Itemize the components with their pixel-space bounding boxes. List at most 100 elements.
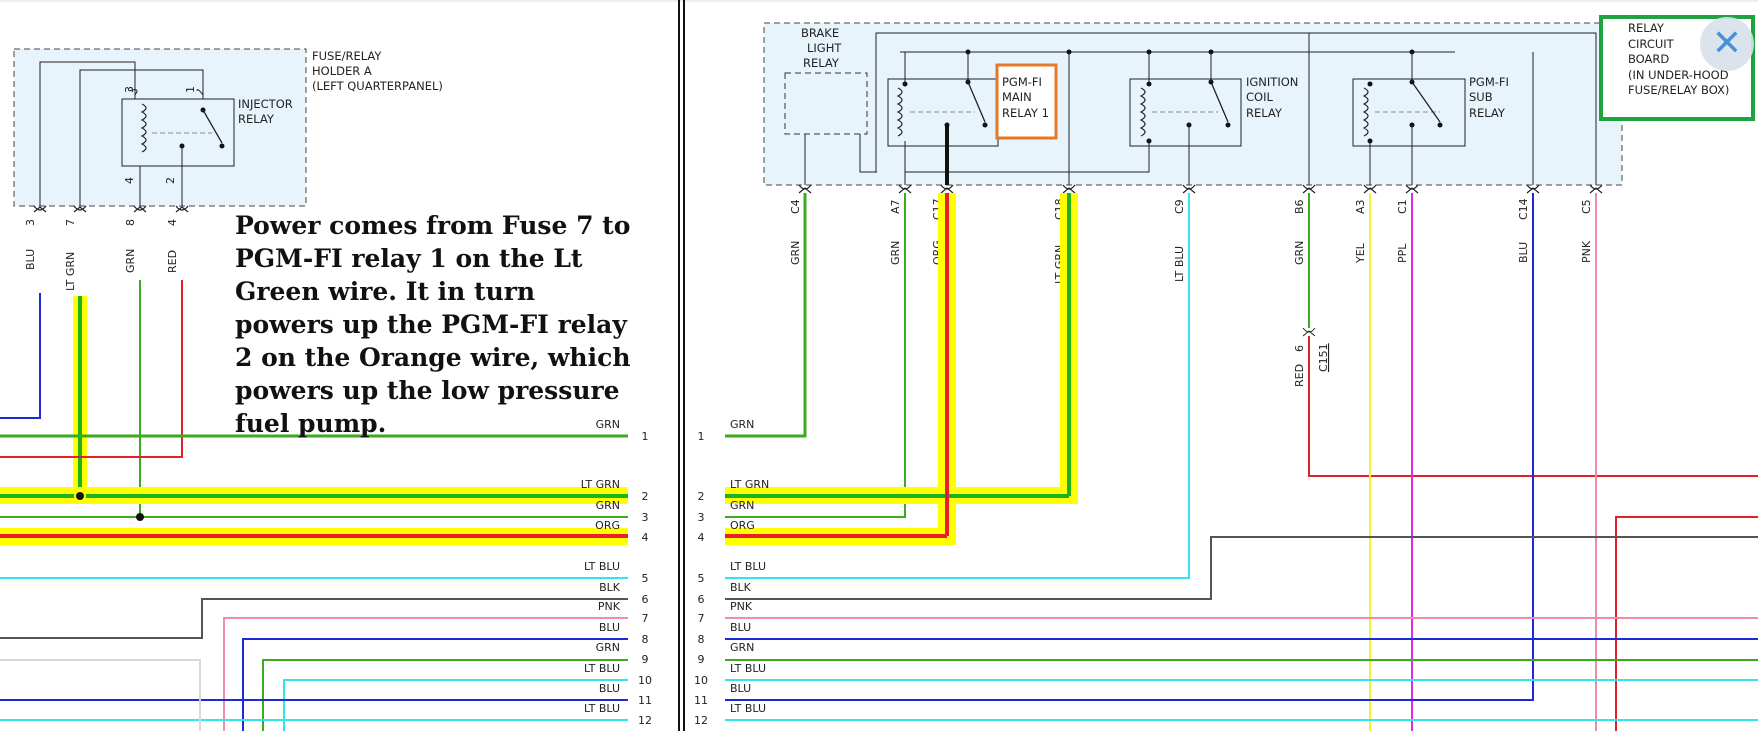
left-row3-color: GRN	[596, 499, 620, 512]
left-row5-color: LT BLU	[584, 560, 620, 573]
brake-relay-label-2: LIGHT	[807, 41, 842, 55]
wire-c4-grn	[725, 193, 807, 438]
right-row2-num: 2	[698, 490, 705, 503]
right-row6-color: BLK	[730, 581, 752, 594]
injector-relay-label-1: INJECTOR	[238, 97, 293, 111]
right-row7-num: 7	[698, 612, 705, 625]
right-row4-num: 4	[698, 531, 705, 544]
right-row12-color: LT BLU	[730, 702, 766, 715]
sub-relay-label-2: SUB	[1469, 90, 1493, 104]
right-conn-color-c4: GRN	[789, 241, 802, 265]
left-row2-color: LT GRN	[581, 478, 620, 491]
right-conn-color-a7: GRN	[889, 241, 902, 265]
board-label-3: BOARD	[1628, 52, 1669, 66]
left-row4-color: ORG	[595, 519, 620, 532]
holder-label-line3: (LEFT QUARTERPANEL)	[312, 79, 443, 93]
fuse-relay-holder-box	[13, 48, 307, 207]
right-conn-pin-c4: C4	[789, 199, 802, 214]
right-row12-num: 12	[694, 714, 708, 727]
right-conn-color-c5: PNK	[1580, 240, 1593, 263]
holder-label-line2: HOLDER A	[312, 64, 372, 78]
left-conn-color-red: RED	[166, 250, 179, 273]
annotation-text: Power comes from Fuse 7 to PGM-FI relay …	[235, 211, 631, 438]
right-row4-color: ORG	[730, 519, 755, 532]
right-conn-color-a3: YEL	[1354, 242, 1367, 264]
left-conn-color-grn: GRN	[124, 249, 137, 273]
left-conn-pin-8: 8	[124, 219, 137, 226]
left-row12-num: 12	[638, 714, 652, 727]
right-conn-pin-c14: C14	[1517, 198, 1530, 220]
right-row9-num: 9	[698, 653, 705, 666]
junction-pin: 6	[1293, 345, 1306, 352]
wire-a7-grn	[725, 193, 906, 518]
right-row11-color: BLU	[730, 682, 751, 695]
left-row6-num: 6	[642, 593, 649, 606]
main-relay-label-2: MAIN	[1002, 90, 1032, 104]
board-label-4: (IN UNDER-HOOD	[1628, 68, 1729, 82]
left-row5-num: 5	[642, 572, 649, 585]
right-row10-color: LT BLU	[730, 662, 766, 675]
left-row11-color: BLU	[599, 682, 620, 695]
right-row6-num: 6	[698, 593, 705, 606]
board-label-1: RELAY	[1628, 21, 1665, 35]
injector-relay-label-2: RELAY	[238, 112, 275, 126]
left-row12-color: LT BLU	[584, 702, 620, 715]
right-conn-pin-c5: C5	[1580, 199, 1593, 214]
wire-c18-ltgrn	[725, 193, 1071, 498]
board-label-2: CIRCUIT	[1628, 37, 1675, 51]
left-row9-num: 9	[642, 653, 649, 666]
right-conn-pin-b6: B6	[1293, 199, 1306, 214]
left-row1-num: 1	[642, 430, 649, 443]
right-conn-color-c1: PPL	[1396, 243, 1409, 263]
holder-label-line1: FUSE/RELAY	[312, 49, 382, 63]
right-row5-color: LT BLU	[730, 560, 766, 573]
left-row4-num: 4	[642, 531, 649, 544]
main-relay-label-1: PGM-FI	[1002, 75, 1042, 89]
board-label-5: FUSE/RELAY BOX)	[1628, 83, 1729, 97]
main-relay-label-3: RELAY 1	[1002, 106, 1049, 120]
right-row9-color: GRN	[730, 641, 754, 654]
right-row8-color: BLU	[730, 621, 751, 634]
left-row3-num: 3	[642, 511, 649, 524]
left-conn-pin-7: 7	[64, 219, 77, 226]
right-row3-num: 3	[698, 511, 705, 524]
right-conn-pin-c1: C1	[1396, 199, 1409, 214]
left-row8-color: BLU	[599, 621, 620, 634]
wire-blu-left	[0, 293, 41, 419]
right-conn-color-c9: LT BLU	[1173, 246, 1186, 282]
left-row8-num: 8	[642, 633, 649, 646]
left-conn-color-blu: BLU	[24, 249, 37, 270]
right-row1-num: 1	[698, 430, 705, 443]
bottom-pin-4: 4	[123, 177, 136, 184]
brake-relay-label-1: BRAKE	[801, 26, 839, 40]
sub-relay-label-1: PGM-FI	[1469, 75, 1509, 89]
right-row2-color: LT GRN	[730, 478, 769, 491]
right-conn-color-b6: GRN	[1293, 241, 1306, 265]
right-row11-num: 11	[694, 694, 708, 707]
left-row7-num: 7	[642, 612, 649, 625]
left-row9-color: GRN	[596, 641, 620, 654]
top-pin-1: 1	[184, 86, 197, 93]
sub-relay-label-3: RELAY	[1469, 106, 1506, 120]
junction-color: RED	[1293, 364, 1306, 387]
close-icon[interactable]: ✕	[1700, 17, 1754, 71]
right-conn-pin-a7: A7	[889, 199, 902, 214]
left-row7-color: PNK	[598, 600, 621, 613]
ignition-relay-label-3: RELAY	[1246, 106, 1283, 120]
junction-connector: C151	[1317, 343, 1330, 372]
ignition-relay-label-2: COIL	[1246, 90, 1273, 104]
left-row10-num: 10	[638, 674, 652, 687]
wire-red-left	[0, 280, 183, 458]
ignition-relay-label-1: IGNITION	[1246, 75, 1298, 89]
right-row10-num: 10	[694, 674, 708, 687]
right-conn-color-c14: BLU	[1517, 242, 1530, 263]
left-row6-color: BLK	[599, 581, 621, 594]
right-row5-num: 5	[698, 572, 705, 585]
left-row11-num: 11	[638, 694, 652, 707]
left-row2-num: 2	[642, 490, 649, 503]
relay-circuit-board-box	[763, 22, 1623, 186]
right-row3-color: GRN	[730, 499, 754, 512]
right-row8-num: 8	[698, 633, 705, 646]
left-row10-color: LT BLU	[584, 662, 620, 675]
right-row1-color: GRN	[730, 418, 754, 431]
